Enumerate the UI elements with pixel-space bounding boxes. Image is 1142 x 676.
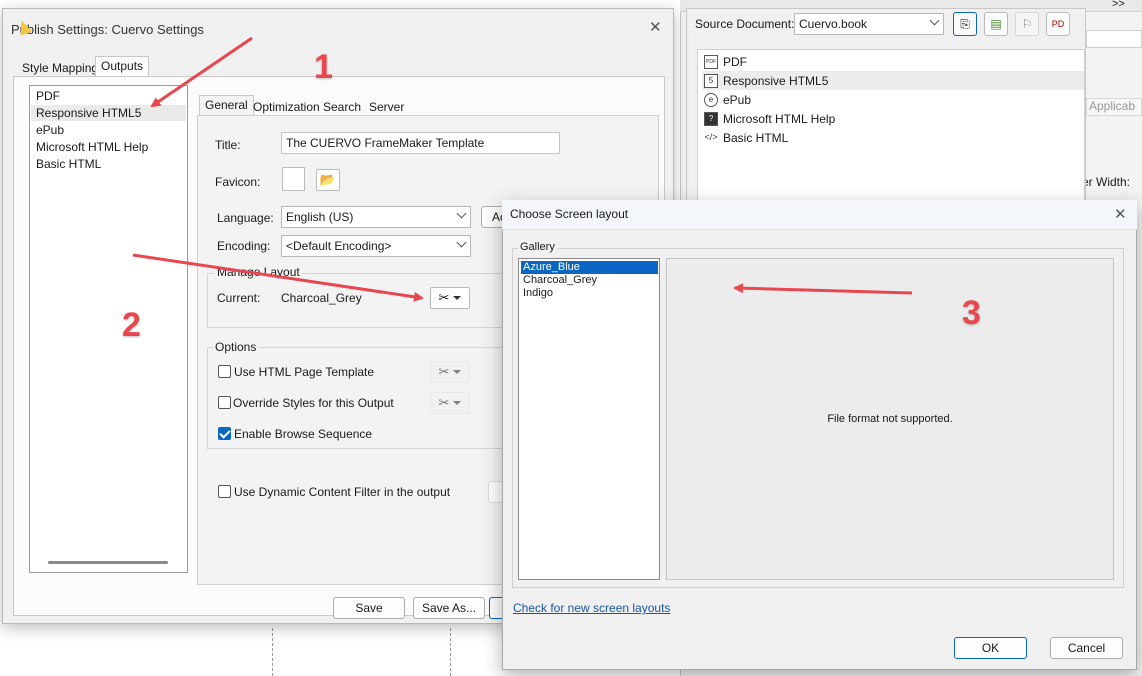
annotation-number-3: 3 — [962, 294, 981, 332]
annotation-arrow-1 — [150, 36, 253, 108]
annotation-number-1: 1 — [314, 48, 333, 86]
annotation-arrows — [132, 36, 913, 302]
annotation-number-2: 2 — [122, 306, 141, 344]
annotation-arrow-3 — [733, 283, 913, 295]
annotation-arrow-2 — [132, 253, 424, 302]
